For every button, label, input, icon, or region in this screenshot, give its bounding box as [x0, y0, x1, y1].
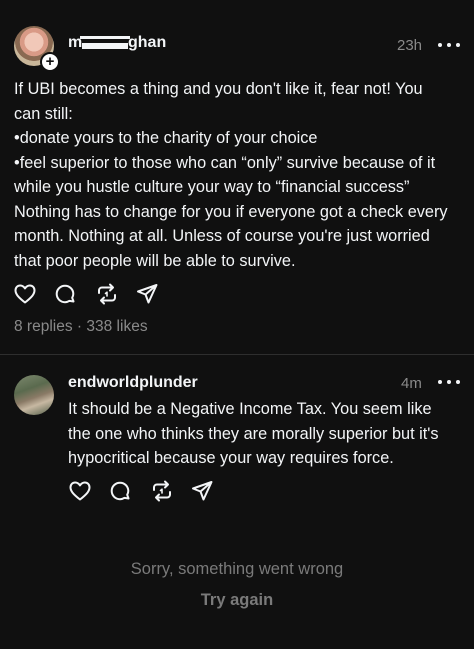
reply-username[interactable]: endworldplunder	[68, 374, 198, 392]
like-button[interactable]	[68, 478, 108, 504]
post-line: •donate yours to the charity of your cho…	[14, 129, 318, 147]
repost-button[interactable]	[150, 478, 190, 504]
reply-body: It should be a Negative Income Tax. You …	[68, 397, 439, 471]
post-stats: 8 replies · 338 likes	[14, 318, 148, 336]
reply-line: It should be a Negative Income Tax. You …	[68, 400, 432, 418]
post-timestamp: 23h	[397, 37, 423, 54]
redaction-mark	[82, 43, 128, 49]
reply-author-avatar[interactable]	[14, 375, 54, 415]
post-actions	[13, 281, 175, 307]
send-icon	[192, 481, 213, 501]
reply-timestamp: 4m	[401, 375, 422, 392]
repost-icon	[153, 480, 171, 502]
share-button[interactable]	[190, 478, 230, 504]
likes-count[interactable]: 338 likes	[86, 318, 147, 335]
post-line: while you hustle culture your way to “fi…	[14, 178, 410, 196]
post-line: •feel superior to those who can “only” s…	[14, 153, 436, 172]
load-error: Sorry, something went wrong Try again	[0, 560, 474, 610]
try-again-button[interactable]: Try again	[201, 591, 273, 610]
more-icon[interactable]	[438, 37, 460, 53]
reply-button[interactable]	[108, 478, 150, 504]
post-line: can still:	[14, 104, 73, 123]
replies-count[interactable]: 8 replies	[14, 318, 73, 335]
redaction-mark	[80, 36, 130, 39]
reply-line: hypocritical because your way requires f…	[68, 449, 394, 467]
post-line: that poor people will be able to survive…	[14, 251, 296, 270]
send-icon	[137, 284, 158, 304]
post-line: month. Nothing at all. Unless of course …	[14, 227, 430, 245]
share-button[interactable]	[135, 281, 175, 307]
post-body: If UBI becomes a thing and you don't lik…	[14, 77, 448, 273]
heart-icon	[69, 481, 91, 501]
post-line: Nothing has to change for you if everyon…	[14, 202, 448, 221]
username-fragment-right: ghan	[128, 34, 167, 51]
reply-actions	[68, 478, 230, 504]
like-button[interactable]	[13, 281, 53, 307]
reply-line: the one who thinks they are morally supe…	[68, 424, 439, 443]
comment-icon	[55, 284, 75, 304]
reply-post: endworldplunder 4m It should be a Negati…	[0, 355, 474, 555]
main-post: + m ghan 23h If UBI becomes a thing and …	[0, 0, 474, 355]
comment-icon	[110, 481, 130, 501]
avatar-image	[14, 375, 54, 415]
more-icon[interactable]	[438, 374, 460, 390]
repost-button[interactable]	[95, 281, 135, 307]
author-username[interactable]: m ghan	[68, 34, 166, 52]
plus-icon[interactable]: +	[40, 52, 60, 72]
repost-icon	[98, 283, 116, 305]
stats-separator: ·	[76, 318, 83, 335]
post-line: If UBI becomes a thing and you don't lik…	[14, 80, 423, 98]
reply-button[interactable]	[53, 281, 95, 307]
heart-icon	[14, 284, 36, 304]
error-message: Sorry, something went wrong	[130, 560, 344, 578]
author-avatar[interactable]: +	[14, 26, 60, 72]
